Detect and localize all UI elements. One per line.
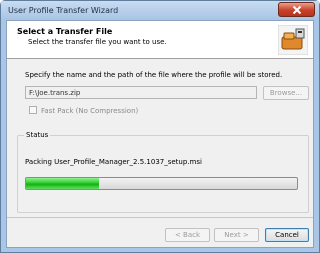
page-subtitle: Select the transfer file you want to use… <box>28 38 167 46</box>
close-icon <box>292 5 302 15</box>
progress-fill <box>26 178 100 189</box>
back-button[interactable]: < Back <box>165 228 210 242</box>
page-title: Select a Transfer File <box>17 27 113 36</box>
status-message: Packing User_Profile_Manager_2.5.1037_se… <box>25 158 202 166</box>
status-group: Status Packing User_Profile_Manager_2.5.… <box>17 131 309 213</box>
title-bar[interactable]: User Profile Transfer Wizard <box>1 1 319 20</box>
progress-bar <box>25 177 298 190</box>
browse-button[interactable]: Browse... <box>263 86 309 100</box>
wizard-logo-icon <box>278 25 308 55</box>
wizard-header: Select a Transfer File Select the transf… <box>7 21 313 59</box>
next-button[interactable]: Next > <box>214 228 259 242</box>
status-group-label: Status <box>24 131 51 139</box>
wizard-window: User Profile Transfer Wizard Select a Tr… <box>0 0 320 253</box>
fast-pack-checkbox[interactable]: Fast Pack (No Compression) <box>29 106 138 115</box>
instructions-text: Specify the name and the path of the fil… <box>25 71 283 79</box>
cancel-button[interactable]: Cancel <box>265 228 309 242</box>
close-button[interactable] <box>278 2 315 17</box>
wizard-body: Select a Transfer File Select the transf… <box>6 20 314 248</box>
footer-separator <box>7 217 313 218</box>
fast-pack-label: Fast Pack (No Compression) <box>41 107 139 115</box>
window-title: User Profile Transfer Wizard <box>8 6 119 15</box>
file-path-field: F:\Joe.trans.zip <box>25 86 257 99</box>
checkbox-box[interactable] <box>29 106 37 114</box>
